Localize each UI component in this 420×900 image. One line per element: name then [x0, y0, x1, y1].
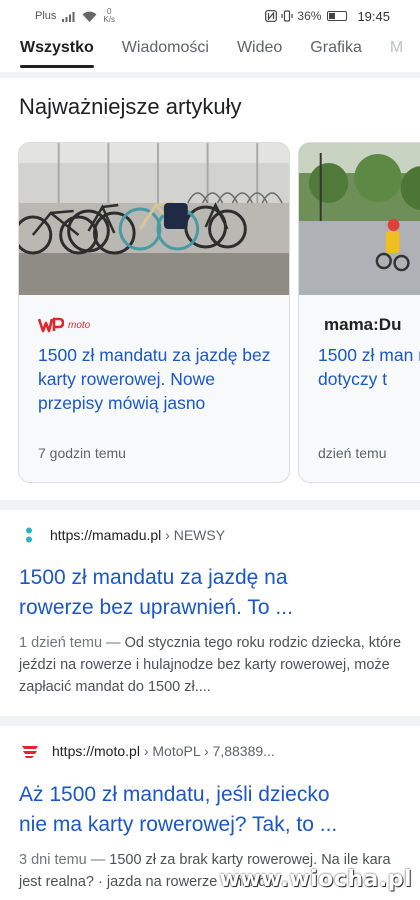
tab-all[interactable]: Wszystko: [20, 32, 94, 68]
section-divider: [0, 716, 420, 726]
result-title-line: 1500 zł mandatu za jazdę na: [19, 566, 288, 589]
vibrate-icon: [281, 10, 294, 22]
result-title-line: Aż 1500 zł mandatu, jeśli dziecko: [19, 783, 330, 806]
story-card[interactable]: mama:Du 1500 zł man na rowerze b To doty…: [298, 142, 420, 483]
story-title[interactable]: 1500 zł mandatu za jazdę bez karty rower…: [38, 343, 278, 415]
story-source-name: moto: [68, 319, 91, 331]
watermark: www.wiocha.pl: [219, 867, 412, 892]
wifi-icon: [82, 11, 97, 22]
tab-images[interactable]: Grafika: [310, 32, 362, 68]
mamadu-logo: mama:Du: [324, 315, 402, 334]
result-date: 1 dzień temu —: [19, 635, 125, 651]
child-cyclist-photo: [299, 143, 420, 295]
story-source: moto: [38, 313, 90, 337]
result-title[interactable]: 1500 zł mandatu za jazdę na rowerze bez …: [19, 563, 293, 623]
top-stories-heading: Najważniejsze artykuły: [19, 94, 242, 119]
signal-icon: [62, 11, 75, 22]
bicycles-photo: [19, 143, 289, 295]
story-card[interactable]: moto 1500 zł mandatu za jazdę bez karty …: [18, 142, 290, 483]
tabs-divider: [0, 72, 420, 78]
battery-percent: 36%: [297, 9, 322, 23]
result-title[interactable]: Aż 1500 zł mandatu, jeśli dziecko nie ma…: [19, 780, 337, 840]
result-title-line: rowerze bez uprawnień. To ...: [19, 596, 293, 619]
result-path: › NEWSY: [165, 527, 226, 543]
result-date: 3 dni temu —: [19, 852, 110, 868]
carrier-label: Plus: [35, 10, 57, 22]
search-results-screen: Plus 0 K/s 36% 19:45 Wszystko Wiadomości…: [0, 0, 420, 900]
status-bar: Plus 0 K/s 36% 19:45: [0, 0, 420, 32]
status-left: Plus 0 K/s: [35, 8, 115, 24]
battery-icon: [327, 11, 348, 21]
result-source[interactable]: https://mamadu.pl › NEWSY: [20, 526, 225, 544]
tab-video[interactable]: Wideo: [237, 32, 282, 68]
story-time: dzień temu: [318, 445, 387, 461]
result-url: https://mamadu.pl: [50, 527, 162, 543]
story-source: mama:Du: [318, 313, 401, 337]
result-title-line: nie ma karty rowerowej? Tak, to ...: [19, 813, 338, 836]
nfc-icon: [265, 10, 278, 22]
story-time: 7 godzin temu: [38, 445, 126, 461]
tab-more[interactable]: M: [390, 32, 403, 68]
result-path: › MotoPL › 7,88389...: [143, 743, 275, 759]
tab-news[interactable]: Wiadomości: [122, 32, 209, 68]
search-tabs: Wszystko Wiadomości Wideo Grafika M: [0, 32, 420, 72]
story-title[interactable]: 1500 zł man na rowerze b To dotyczy t: [318, 343, 420, 391]
network-speed: 0 K/s: [103, 8, 115, 24]
wp-logo-icon: [38, 317, 64, 333]
clock: 19:45: [357, 8, 390, 24]
result-snippet: 1 dzień temu — Od stycznia tego roku rod…: [19, 632, 409, 698]
moto-favicon-icon: [22, 746, 38, 758]
mamadu-favicon-icon: [26, 527, 32, 543]
speed-unit: K/s: [103, 15, 115, 24]
status-right: 36% 19:45: [265, 9, 390, 24]
search-result: https://mamadu.pl › NEWSY 1500 zł mandat…: [0, 510, 420, 714]
section-divider: [0, 500, 420, 510]
result-url: https://moto.pl: [52, 743, 140, 759]
result-source[interactable]: https://moto.pl › MotoPL › 7,88389...: [20, 743, 275, 759]
